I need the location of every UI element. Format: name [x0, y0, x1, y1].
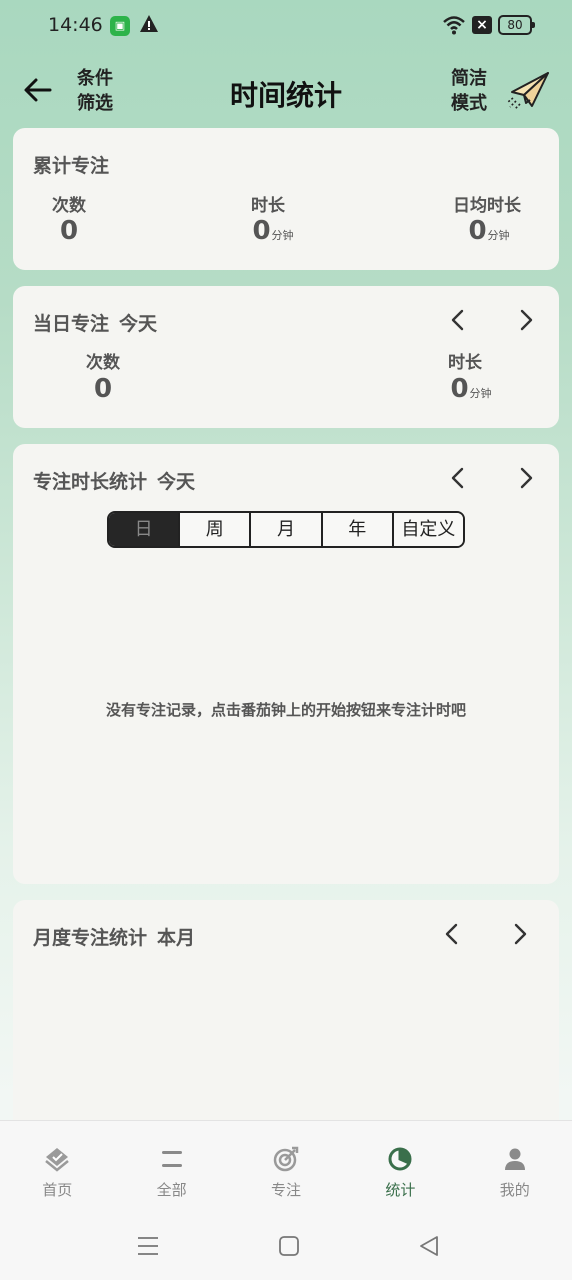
nav-label: 专注 — [270, 1181, 301, 1199]
period-label: 本月 — [157, 927, 196, 949]
daily-focus-card: 当日专注 今天 次数 0 时长 0分钟 — [13, 286, 559, 428]
daily-average-value: 0分钟 — [468, 216, 510, 246]
tab-month[interactable]: 月 — [251, 513, 323, 546]
nav-label: 首页 — [42, 1181, 73, 1199]
wifi-icon — [443, 16, 465, 35]
nav-statistics[interactable]: 统计 — [343, 1121, 457, 1214]
tab-week[interactable]: 周 — [180, 513, 252, 546]
nav-label: 统计 — [385, 1181, 416, 1199]
nav-focus[interactable]: 专注 — [229, 1121, 343, 1214]
paper-plane-icon[interactable] — [506, 70, 552, 110]
tab-custom[interactable]: 自定义 — [393, 513, 463, 546]
period-segmented-control: 日 周 月 年 自定义 — [107, 511, 465, 548]
simple-mode-button[interactable]: 简洁 模式 — [451, 66, 495, 116]
daily-average-label: 日均时长 — [453, 196, 521, 216]
card-title: 专注时长统计 今天 — [33, 471, 196, 493]
user-icon — [504, 1148, 525, 1170]
list-icon — [161, 1151, 182, 1167]
android-app-icon: ▣ — [110, 16, 130, 36]
nav-label: 我的 — [499, 1181, 530, 1199]
count-value: 0 — [93, 374, 113, 404]
target-icon — [273, 1146, 299, 1172]
card-title: 累计专注 — [33, 155, 110, 177]
tab-year[interactable]: 年 — [322, 513, 394, 546]
focus-duration-stats-card: 专注时长统计 今天 日 周 月 年 自定义 没有专注记录，点击番茄钟上的开始按钮来… — [13, 444, 559, 884]
pie-chart-icon — [388, 1147, 412, 1171]
chevron-right-icon[interactable] — [513, 466, 537, 490]
duration-unit: 分钟 — [271, 229, 294, 242]
count-label: 次数 — [86, 353, 120, 373]
chevron-left-icon[interactable] — [441, 922, 465, 946]
duration-value: 0分钟 — [252, 216, 294, 246]
empty-state-message: 没有专注记录，点击番茄钟上的开始按钮来专注计时吧 — [105, 701, 466, 719]
menu-icon[interactable] — [135, 1233, 161, 1259]
cumulative-focus-card: 累计专注 次数 0 时长 0分钟 日均时长 0分钟 — [13, 128, 559, 270]
warning-icon — [140, 15, 158, 32]
no-sim-icon: × — [472, 16, 492, 34]
nav-home[interactable]: 首页 — [0, 1121, 114, 1214]
monthly-focus-stats-card: 月度专注统计 本月 — [13, 900, 559, 1140]
period-label: 今天 — [119, 313, 158, 335]
nav-all[interactable]: 全部 — [114, 1121, 228, 1214]
duration-label: 时长 — [251, 196, 285, 216]
daily-average-unit: 分钟 — [487, 229, 510, 242]
status-time: 14:46 — [48, 14, 103, 36]
nav-profile[interactable]: 我的 — [458, 1121, 572, 1214]
duration-unit: 分钟 — [469, 387, 492, 400]
tab-day[interactable]: 日 — [109, 513, 181, 546]
period-label: 今天 — [157, 471, 196, 493]
chevron-right-icon[interactable] — [513, 308, 537, 332]
chevron-left-icon[interactable] — [447, 308, 471, 332]
app-header: 条件 筛选 时间统计 简洁 模式 — [0, 52, 572, 128]
home-square-icon[interactable] — [276, 1233, 302, 1259]
count-value: 0 — [59, 216, 79, 246]
battery-icon: 80 — [498, 15, 535, 35]
bottom-navigation: 首页 全部 专注 统计 我的 — [0, 1120, 572, 1214]
home-icon — [45, 1148, 69, 1172]
count-label: 次数 — [52, 196, 86, 216]
nav-label: 全部 — [156, 1181, 187, 1199]
card-title: 当日专注 今天 — [33, 313, 158, 335]
system-navigation-bar — [0, 1214, 572, 1280]
duration-label: 时长 — [448, 353, 482, 373]
chevron-left-icon[interactable] — [447, 466, 471, 490]
back-triangle-icon[interactable] — [416, 1233, 442, 1259]
status-bar: 14:46 ▣ × 80 — [0, 0, 572, 52]
chevron-right-icon[interactable] — [507, 922, 531, 946]
card-title: 月度专注统计 本月 — [33, 927, 196, 949]
duration-value: 0分钟 — [450, 374, 492, 404]
